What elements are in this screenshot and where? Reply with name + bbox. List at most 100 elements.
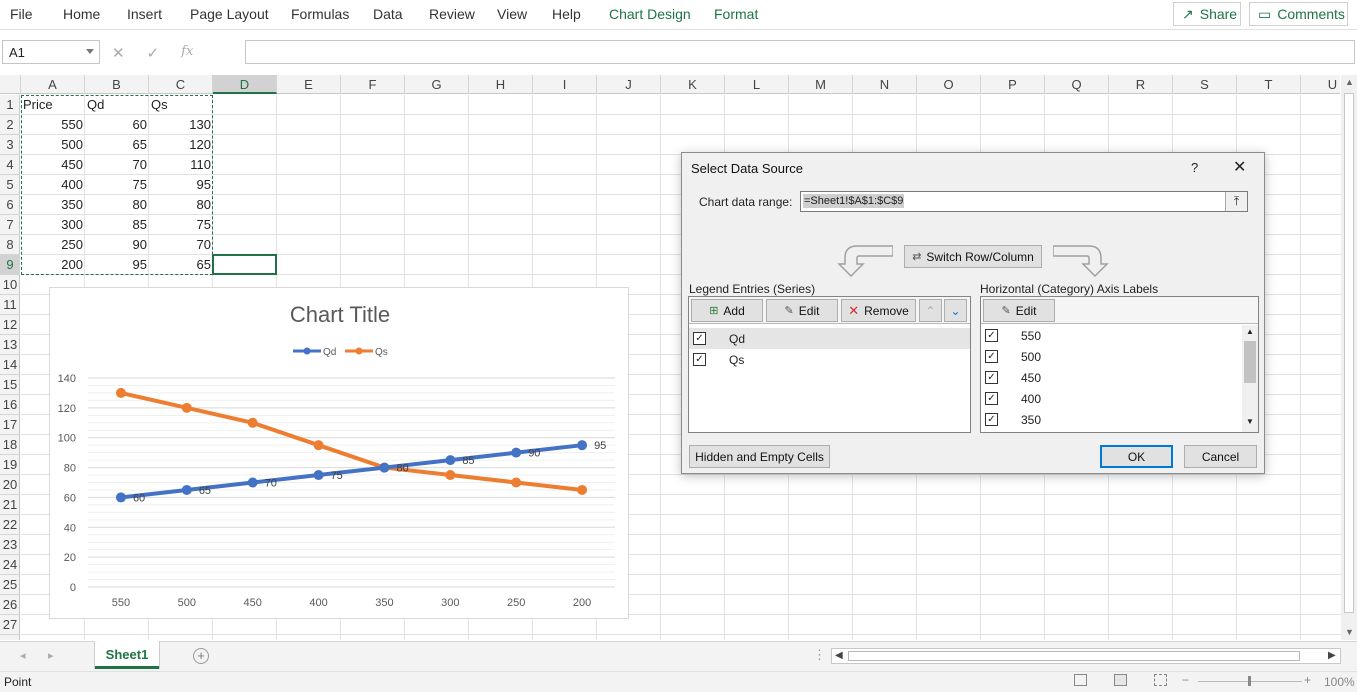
column-header-j[interactable]: J [597, 75, 661, 94]
row-header-10[interactable]: 10 [0, 275, 20, 295]
line-chart[interactable]: Chart Title 0 20 40 60 80 100 120 140 550 500 450 40… [49, 287, 629, 619]
column-header-h[interactable]: H [469, 75, 533, 94]
edit-series-button[interactable]: ✎ Edit [766, 299, 838, 322]
checkbox[interactable]: ✓ [693, 353, 706, 366]
column-header-f[interactable]: F [341, 75, 405, 94]
axis-list-scrollbar[interactable]: ▲ ▼ [1242, 325, 1258, 432]
row-header-4[interactable]: 4 [0, 155, 20, 175]
add-sheet-icon[interactable]: + [193, 648, 209, 664]
scroll-thumb[interactable] [1344, 93, 1354, 613]
page-break-view-icon[interactable] [1154, 674, 1167, 686]
chevron-down-icon[interactable] [86, 49, 94, 54]
series-item[interactable]: ✓ Qd [689, 328, 970, 349]
row-header-3[interactable]: 3 [0, 135, 20, 155]
row-header-8[interactable]: 8 [0, 235, 20, 255]
tab-formulas[interactable]: Formulas [291, 6, 349, 22]
zoom-in-icon[interactable]: + [1304, 673, 1311, 687]
axis-label-item[interactable]: ✓ 500 [981, 346, 1241, 367]
row-header-26[interactable]: 26 [0, 595, 20, 615]
chart-range-input[interactable]: =Sheet1!$A$1:$C$9 ⤒ [800, 191, 1248, 212]
scroll-up-icon[interactable]: ▲ [1246, 327, 1254, 336]
row-header-16[interactable]: 16 [0, 395, 20, 415]
column-header-r[interactable]: R [1109, 75, 1173, 94]
zoom-level[interactable]: 100% [1324, 675, 1355, 689]
row-header-9[interactable]: 9 [0, 255, 20, 275]
tab-page-layout[interactable]: Page Layout [190, 6, 269, 22]
row-header-17[interactable]: 17 [0, 415, 20, 435]
column-header-q[interactable]: Q [1045, 75, 1109, 94]
checkbox[interactable]: ✓ [693, 332, 706, 345]
collapse-dialog-icon[interactable]: ⤒ [1225, 192, 1247, 211]
column-header-a[interactable]: A [21, 75, 85, 94]
column-header-m[interactable]: M [789, 75, 853, 94]
ok-button[interactable]: OK [1100, 445, 1173, 468]
vertical-scrollbar[interactable]: ▲ ▼ [1341, 75, 1357, 640]
add-series-button[interactable]: ⊞ Add [691, 299, 763, 322]
row-header-14[interactable]: 14 [0, 355, 20, 375]
close-icon[interactable]: ✕ [1233, 157, 1246, 177]
zoom-slider-thumb[interactable] [1248, 676, 1251, 686]
prev-sheet-icon[interactable]: ◂ [20, 649, 26, 662]
row-header-20[interactable]: 20 [0, 475, 20, 495]
tab-format[interactable]: Format [714, 6, 758, 22]
row-header-27[interactable]: 27 [0, 615, 20, 635]
formula-input[interactable] [245, 40, 1355, 64]
comments-button[interactable]: ▭ Comments [1249, 2, 1348, 26]
horizontal-scrollbar[interactable]: ◀ ▶ [831, 648, 1341, 664]
column-header-n[interactable]: N [853, 75, 917, 94]
column-header-o[interactable]: O [917, 75, 981, 94]
horizontal-scroll-thumb[interactable] [848, 651, 1300, 661]
tab-home[interactable]: Home [63, 6, 100, 22]
axis-label-item[interactable]: ✓ 400 [981, 388, 1241, 409]
tab-data[interactable]: Data [373, 6, 403, 22]
axis-label-item[interactable]: ✓ 350 [981, 409, 1241, 430]
column-header-d[interactable]: D [213, 75, 277, 94]
move-up-button[interactable]: ⌃ [919, 299, 942, 322]
axis-label-item[interactable]: ✓ 450 [981, 367, 1241, 388]
name-box[interactable]: A1 [2, 40, 100, 64]
share-button[interactable]: ↗ Share [1173, 2, 1241, 26]
row-header-12[interactable]: 12 [0, 315, 20, 335]
checkbox[interactable]: ✓ [985, 392, 998, 405]
series-listbox[interactable]: ⊞ Add ✎ Edit ✕ Remove ⌃ ⌄ ✓ Qd ✓ Qs [688, 296, 971, 433]
hidden-empty-cells-button[interactable]: Hidden and Empty Cells [689, 445, 830, 468]
row-header-13[interactable]: 13 [0, 335, 20, 355]
column-header-p[interactable]: P [981, 75, 1045, 94]
row-header-22[interactable]: 22 [0, 515, 20, 535]
tab-help[interactable]: Help [552, 6, 581, 22]
checkbox[interactable]: ✓ [985, 350, 998, 363]
checkbox[interactable]: ✓ [985, 371, 998, 384]
edit-axis-button[interactable]: ✎ Edit [983, 299, 1055, 322]
axis-scroll-thumb[interactable] [1244, 341, 1256, 383]
row-header-7[interactable]: 7 [0, 215, 20, 235]
sheet-tab-sheet1[interactable]: Sheet1 [95, 641, 159, 669]
cancel-button[interactable]: Cancel [1184, 445, 1257, 468]
tab-view[interactable]: View [497, 6, 527, 22]
checkbox[interactable]: ✓ [985, 329, 998, 342]
column-header-g[interactable]: G [405, 75, 469, 94]
row-header-6[interactable]: 6 [0, 195, 20, 215]
scroll-down-icon[interactable]: ▼ [1345, 627, 1354, 637]
tab-insert[interactable]: Insert [127, 6, 162, 22]
row-header-5[interactable]: 5 [0, 175, 20, 195]
column-header-t[interactable]: T [1237, 75, 1301, 94]
row-header-15[interactable]: 15 [0, 375, 20, 395]
scroll-up-icon[interactable]: ▲ [1345, 77, 1354, 87]
function-icon[interactable]: fx [181, 44, 193, 62]
row-header-21[interactable]: 21 [0, 495, 20, 515]
tab-file[interactable]: File [10, 6, 33, 22]
cancel-icon[interactable]: ✕ [112, 44, 125, 62]
row-header-23[interactable]: 23 [0, 535, 20, 555]
axis-label-item[interactable]: ✓ 550 [981, 325, 1241, 346]
tab-chart-design[interactable]: Chart Design [609, 6, 691, 22]
page-layout-view-icon[interactable] [1114, 674, 1127, 686]
check-icon[interactable]: ✓ [147, 44, 160, 62]
column-header-e[interactable]: E [277, 75, 341, 94]
scroll-right-icon[interactable]: ▶ [1328, 650, 1336, 661]
scroll-left-icon[interactable]: ◀ [835, 650, 843, 661]
axis-labels-listbox[interactable]: ✎ Edit ✓ 550 ✓ 500 ✓ 450 ✓ 400 ✓ 350 ▲ ▼ [980, 296, 1259, 433]
move-down-button[interactable]: ⌄ [944, 299, 967, 322]
zoom-out-icon[interactable]: − [1182, 673, 1189, 687]
next-sheet-icon[interactable]: ▸ [48, 649, 54, 662]
zoom-slider[interactable] [1198, 676, 1302, 686]
